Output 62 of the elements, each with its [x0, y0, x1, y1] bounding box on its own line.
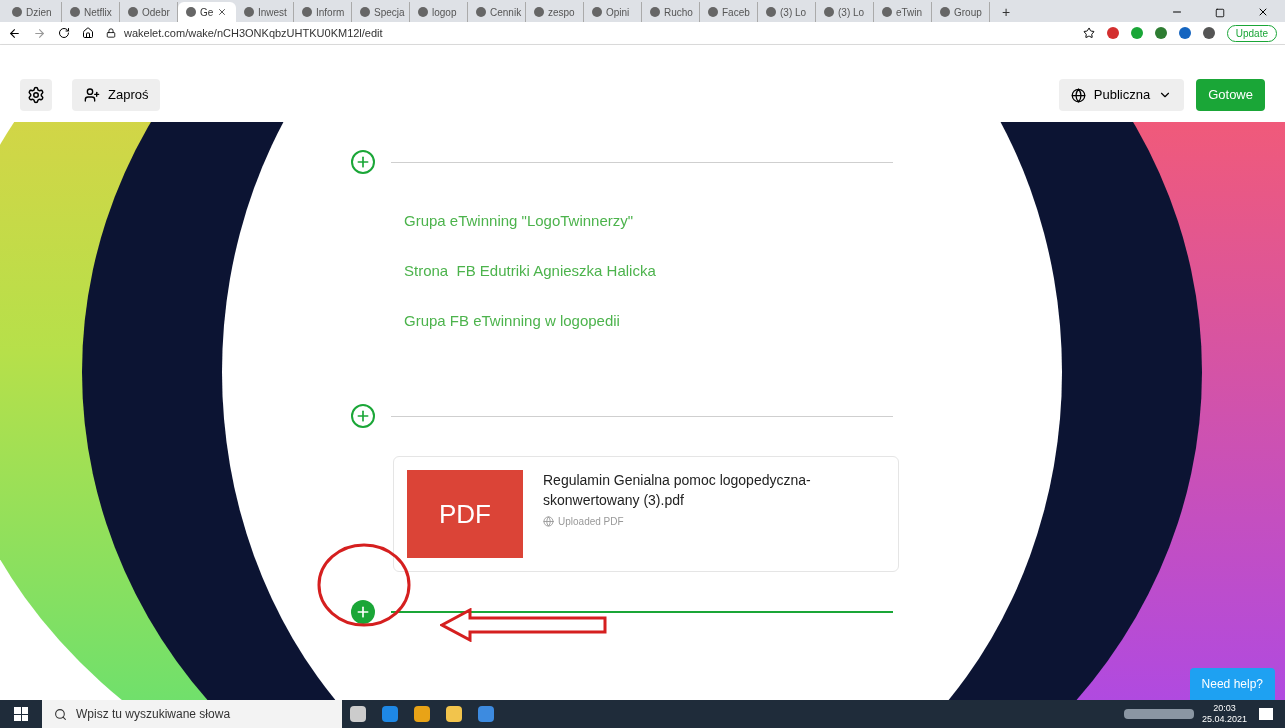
site-icon: [650, 7, 660, 17]
maximize-icon[interactable]: [1215, 8, 1225, 18]
site-icon: [244, 7, 254, 17]
new-tab-button[interactable]: +: [990, 2, 1023, 22]
extension-icon[interactable]: [1130, 27, 1143, 39]
settings-button[interactable]: [20, 79, 52, 111]
settings-icon: [27, 86, 45, 104]
site-icon: [186, 7, 196, 17]
site-icon: [476, 7, 486, 17]
site-icon: [708, 7, 718, 17]
invite-button[interactable]: Zaproś: [72, 79, 161, 111]
file-title: Regulamin Genialna pomoc logopedyczna-skonwertowany (3).pdf: [543, 471, 812, 510]
site-icon: [534, 7, 544, 17]
close-icon[interactable]: [1257, 6, 1269, 18]
add-item-button[interactable]: [351, 150, 375, 174]
reload-icon[interactable]: [58, 27, 70, 39]
taskbar-app-icon[interactable]: [382, 706, 398, 722]
file-source: Uploaded PDF: [558, 515, 624, 529]
person-plus-icon: [84, 87, 100, 103]
site-icon: [302, 7, 312, 17]
clock-time: 20:03: [1213, 703, 1236, 714]
taskbar-search-field[interactable]: Wpisz tu wyszukiwane słowa: [42, 700, 342, 728]
taskbar-app-icon[interactable]: [414, 706, 430, 722]
site-icon: [12, 7, 22, 17]
plus-icon: [355, 604, 371, 620]
site-icon: [70, 7, 80, 17]
pdf-card[interactable]: PDF Regulamin Genialna pomoc logopedyczna-skonwertowany (3).pdf Uploaded PDF: [393, 456, 899, 572]
site-icon: [940, 7, 950, 17]
browser-tab[interactable]: Ge: [178, 2, 236, 22]
site-icon: [882, 7, 892, 17]
site-icon: [128, 7, 138, 17]
home-icon[interactable]: [82, 27, 94, 39]
close-icon[interactable]: [217, 7, 228, 17]
bookmark-star-icon[interactable]: [1082, 27, 1095, 39]
back-icon[interactable]: [8, 26, 21, 40]
done-button[interactable]: Gotowe: [1196, 79, 1265, 111]
visibility-dropdown[interactable]: Publiczna: [1058, 79, 1185, 111]
forward-icon[interactable]: [33, 26, 46, 40]
pdf-thumbnail: PDF: [407, 470, 523, 558]
search-icon: [54, 708, 67, 721]
site-icon: [766, 7, 776, 17]
taskbar-app-icon[interactable]: [478, 706, 494, 722]
add-item-button[interactable]: [351, 404, 375, 428]
clock-date: 25.04.2021: [1201, 714, 1247, 725]
site-icon: [592, 7, 602, 17]
url-field[interactable]: wakelet.com/wake/nCH3ONKqbzUHTKU0KM12l/edit: [124, 24, 383, 42]
start-icon[interactable]: [14, 707, 28, 721]
plus-icon: [355, 408, 371, 424]
taskbar-app-icon[interactable]: [350, 706, 366, 722]
site-icon: [360, 7, 370, 17]
plus-icon: [355, 154, 371, 170]
extension-icon[interactable]: [1154, 27, 1167, 39]
extension-icon[interactable]: [1106, 27, 1119, 39]
add-item-button[interactable]: [351, 600, 375, 624]
extension-icon[interactable]: [1178, 27, 1191, 39]
lock-icon: [106, 28, 116, 38]
globe-icon: [1070, 87, 1086, 103]
site-icon: [418, 7, 428, 17]
taskbar-app-icon[interactable]: [446, 706, 462, 722]
globe-icon: [543, 516, 554, 527]
extension-icon[interactable]: [1202, 27, 1215, 39]
site-icon: [824, 7, 834, 17]
